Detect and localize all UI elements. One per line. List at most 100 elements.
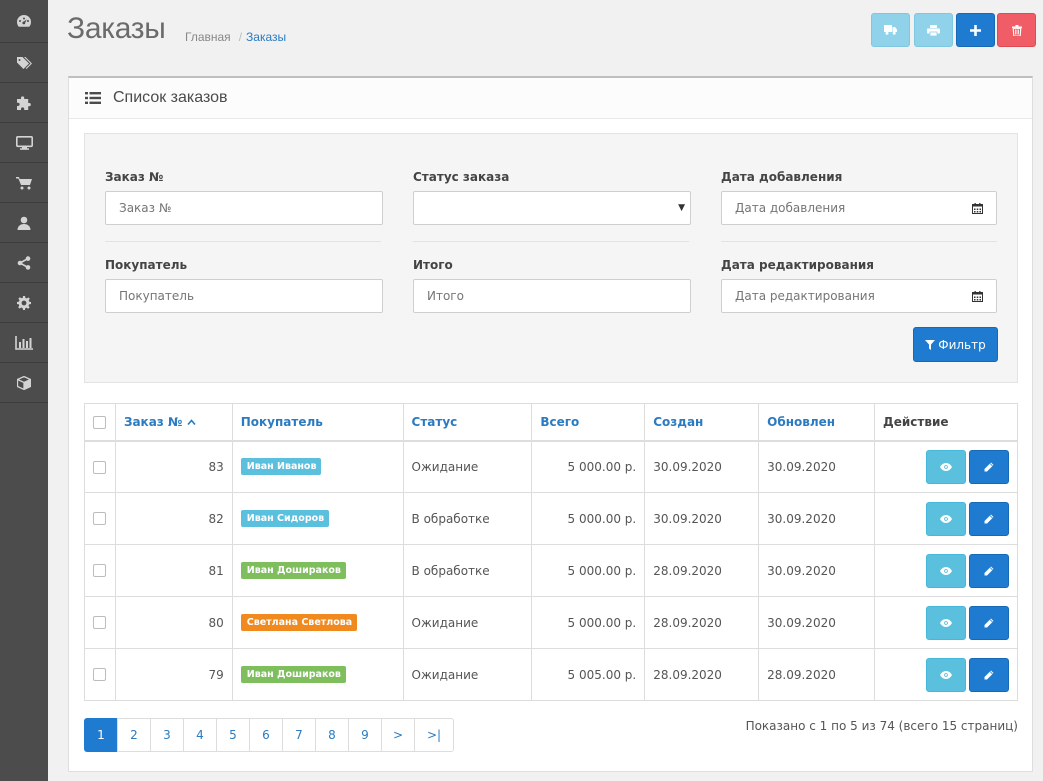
delete-button[interactable] (997, 13, 1036, 47)
page-link-1[interactable]: 1 (84, 718, 118, 752)
breadcrumb-home[interactable]: Главная (185, 30, 231, 44)
filter-box: Заказ № Статус заказа ▼ Дата добавления … (84, 133, 1018, 383)
sidebar-item-catalog[interactable] (0, 43, 48, 83)
date-modified-input[interactable] (721, 279, 960, 313)
page-link-2[interactable]: 2 (117, 718, 151, 752)
filter-icon (925, 339, 936, 350)
column-header-date-added[interactable]: Создан (644, 403, 760, 442)
page-link-8[interactable]: 8 (315, 718, 349, 752)
edit-button[interactable] (969, 657, 1009, 692)
status-cell: Ожидание (402, 648, 533, 701)
pagination: 1 2 3 4 5 6 7 8 9 > >| (84, 718, 454, 752)
sort-asc-icon (186, 415, 196, 429)
sidebar-item-design[interactable] (0, 123, 48, 163)
page-link-4[interactable]: 4 (183, 718, 217, 752)
add-order-button[interactable] (956, 13, 995, 47)
sidebar-item-modules[interactable] (0, 363, 48, 403)
customer-badge[interactable]: Иван Иванов (240, 458, 322, 476)
action-cell (874, 440, 1018, 493)
column-header-customer[interactable]: Покупатель (231, 403, 404, 442)
page-link-6[interactable]: 6 (249, 718, 283, 752)
edit-button[interactable] (969, 501, 1009, 536)
eye-icon (940, 566, 952, 575)
select-all-checkbox[interactable] (93, 415, 107, 429)
customer-badge[interactable]: Иван Дошираков (240, 562, 346, 579)
view-button[interactable] (926, 657, 966, 692)
page-link-7[interactable]: 7 (282, 718, 316, 752)
select-all-cell (84, 403, 116, 442)
desktop-icon (15, 135, 33, 150)
cart-icon (15, 176, 32, 189)
column-header-date-modified[interactable]: Обновлен (758, 403, 876, 442)
order-status-select[interactable]: ▼ (413, 191, 691, 225)
trash-icon (1011, 24, 1022, 36)
sidebar-item-system[interactable] (0, 283, 48, 323)
pencil-icon (984, 566, 994, 575)
ship-orders-button[interactable] (871, 13, 910, 47)
view-button[interactable] (926, 449, 966, 484)
view-button[interactable] (926, 553, 966, 588)
order-id-label: Заказ № (105, 170, 164, 184)
column-order-id-label: Заказ № (123, 414, 183, 429)
customer-cell: Светлана Светлова (231, 596, 404, 649)
customer-input[interactable] (105, 279, 383, 313)
page-title: Заказы (67, 12, 166, 45)
sidebar-item-reports[interactable] (0, 323, 48, 363)
total-cell: 5 000.00 р. (531, 596, 646, 649)
order-id-cell: 80 (114, 596, 233, 649)
page-link-3[interactable]: 3 (150, 718, 184, 752)
breadcrumb-current[interactable]: Заказы (246, 30, 286, 44)
panel-heading: Список заказов (69, 78, 1032, 119)
print-invoice-button[interactable] (914, 13, 953, 47)
total-label: Итого (413, 258, 453, 272)
column-header-action: Действие (874, 403, 1018, 442)
date-modified-calendar-button[interactable] (958, 279, 997, 313)
date-added-cell: 28.09.2020 (644, 648, 760, 701)
date-added-calendar-button[interactable] (958, 191, 997, 225)
row-checkbox[interactable] (93, 616, 107, 629)
row-checkbox[interactable] (93, 460, 107, 474)
customer-cell: Иван Иванов (231, 440, 404, 493)
page-link-next[interactable]: > (381, 718, 415, 752)
total-cell: 5 005.00 р. (531, 648, 646, 701)
total-cell: 5 000.00 р. (531, 492, 646, 545)
page-link-9[interactable]: 9 (348, 718, 382, 752)
customer-cell: Иван Дошираков (231, 544, 404, 597)
sidebar-item-dashboard[interactable] (0, 0, 48, 43)
order-id-input[interactable] (105, 191, 383, 225)
edit-button[interactable] (969, 449, 1009, 484)
status-cell: В обработке (402, 544, 533, 597)
status-cell: В обработке (402, 492, 533, 545)
sidebar-item-extensions[interactable] (0, 83, 48, 123)
row-checkbox[interactable] (93, 668, 107, 681)
customer-badge[interactable]: Иван Дошираков (240, 666, 346, 683)
filter-button[interactable]: Фильтр (913, 327, 998, 362)
date-added-input[interactable] (721, 191, 960, 225)
edit-button[interactable] (969, 553, 1009, 588)
page-link-5[interactable]: 5 (216, 718, 250, 752)
pencil-icon (984, 670, 994, 679)
breadcrumb-separator: / (238, 30, 243, 44)
column-header-status[interactable]: Статус (402, 403, 533, 442)
user-icon (17, 216, 31, 230)
eye-icon (940, 462, 952, 471)
row-checkbox[interactable] (93, 512, 107, 525)
date-modified-cell: 30.09.2020 (758, 440, 876, 493)
column-header-order-id[interactable]: Заказ № (114, 403, 233, 442)
customer-cell: Иван Дошираков (231, 648, 404, 701)
calendar-icon (971, 202, 983, 214)
customer-badge[interactable]: Иван Сидоров (240, 510, 330, 527)
sidebar-item-marketing[interactable] (0, 243, 48, 283)
row-select-cell (84, 544, 116, 597)
view-button[interactable] (926, 501, 966, 536)
sidebar-item-sales[interactable] (0, 163, 48, 203)
edit-button[interactable] (969, 605, 1009, 640)
page-link-last[interactable]: >| (414, 718, 454, 752)
column-header-total[interactable]: Всего (531, 403, 646, 442)
view-button[interactable] (926, 605, 966, 640)
row-checkbox[interactable] (93, 564, 107, 577)
total-input[interactable] (413, 279, 691, 313)
customer-badge[interactable]: Светлана Светлова (240, 614, 358, 631)
sidebar-item-customers[interactable] (0, 203, 48, 243)
date-added-cell: 30.09.2020 (644, 492, 760, 545)
